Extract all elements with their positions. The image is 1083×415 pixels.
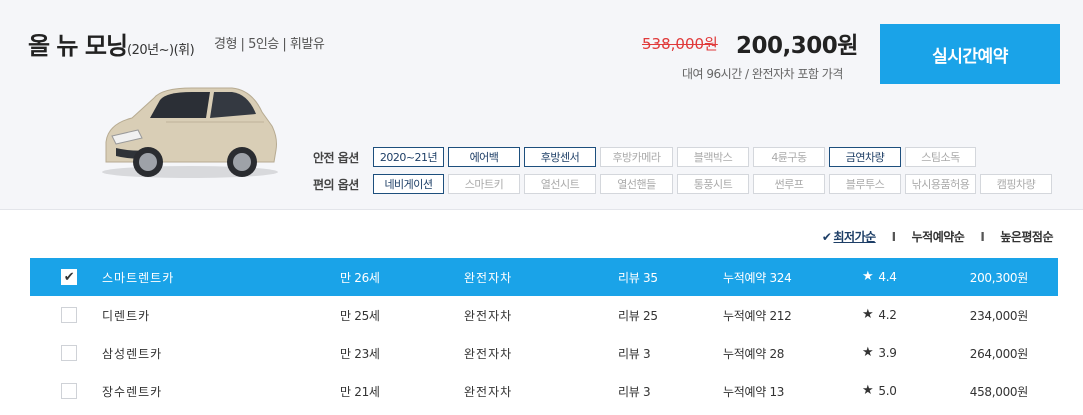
price-note: 대여 96시간 / 완전자차 포함 가격 [682,67,843,81]
rating: ★ 4.4 [862,269,897,284]
option-chip: 블랙박스 [677,147,749,167]
safety-options: 안전 옵션 2020~21년 에어백 후방센서 후방카메라 블랙박스 4륜구동 … [313,147,980,167]
car-spec: 경형 | 5인승 | 휘발유 [214,37,325,52]
company-name: 스마트렌트카 [102,271,175,285]
star-icon: ★ [862,307,874,322]
rental-price: 264,000원 [969,347,1029,361]
company-row[interactable]: 삼성렌트카 만 23세 완전자차 리뷰 3 누적예약 28 ★ 3.9 264,0… [30,334,1058,372]
car-title: 올 뉴 모닝(20년~)(휘) [28,26,195,61]
option-chip: 후방센서 [524,147,596,167]
sort-lowest-price[interactable]: 최저가순 [833,228,876,245]
driver-age: 만 26세 [340,271,380,285]
sort-bar: ✔ 최저가순 I 누적예약순 I 높은평점순 [821,228,1054,245]
rental-price: 458,000원 [969,385,1029,399]
option-chip: 2020~21년 [373,147,444,167]
option-chip: 캠핑차량 [980,174,1052,194]
rating: ★ 4.2 [862,307,897,322]
rental-price: 200,300원 [969,271,1029,285]
option-chip: 4륜구동 [753,147,825,167]
driver-age: 만 21세 [340,385,380,399]
company-name: 장수렌트카 [102,385,163,399]
review-count: 리뷰 35 [618,271,658,285]
rating: ★ 5.0 [862,383,897,398]
booking-count: 누적예약 28 [723,347,785,361]
insurance-type: 완전자차 [464,347,513,361]
option-chip: 후방카메라 [600,147,673,167]
sort-highest-rating[interactable]: 높은평점순 [1000,228,1053,245]
option-chip: 통풍시트 [677,174,749,194]
current-price: 200,300원 [736,33,858,59]
review-count: 리뷰 25 [618,309,658,323]
option-chip: 낚시용품허용 [905,174,976,194]
option-chip: 열선핸들 [600,174,673,194]
safety-options-label: 안전 옵션 [313,150,359,165]
rating: ★ 3.9 [862,345,897,360]
option-chip: 스팀소독 [905,147,976,167]
rental-price: 234,000원 [969,309,1029,323]
realtime-reserve-button[interactable]: 실시간예약 [880,24,1060,84]
car-model-name: 올 뉴 모닝 [28,32,128,60]
company-name: 디렌트카 [102,309,151,323]
option-chip: 스마트키 [448,174,520,194]
option-chip: 금연차량 [829,147,901,167]
car-model-year: (20년~)(휘) [127,43,195,58]
rental-company-list: ✔ 스마트렌트카 만 26세 완전자차 리뷰 35 누적예약 324 ★ 4.4 … [30,258,1058,410]
car-image [102,87,278,178]
sort-most-booked[interactable]: 누적예약순 [912,228,965,245]
insurance-type: 완전자차 [464,309,513,323]
select-checkbox[interactable] [61,307,77,323]
star-icon: ★ [862,345,874,360]
driver-age: 만 23세 [340,347,380,361]
option-chip: 에어백 [448,147,520,167]
sort-divider: I [891,229,896,244]
original-price: 538,000원 [642,35,718,53]
booking-count: 누적예약 13 [723,385,785,399]
convenience-options: 편의 옵션 네비게이션 스마트키 열선시트 열선핸들 통풍시트 썬루프 블루투스… [313,174,1056,194]
option-chip: 열선시트 [524,174,596,194]
option-chip: 블루투스 [829,174,901,194]
booking-count: 누적예약 212 [723,309,792,323]
insurance-type: 완전자차 [464,271,513,285]
option-chip: 썬루프 [753,174,825,194]
check-icon: ✔ [821,229,832,244]
star-icon: ★ [862,383,874,398]
select-checkbox[interactable] [61,383,77,399]
company-row[interactable]: ✔ 스마트렌트카 만 26세 완전자차 리뷰 35 누적예약 324 ★ 4.4 … [30,258,1058,296]
company-row[interactable]: 디렌트카 만 25세 완전자차 리뷰 25 누적예약 212 ★ 4.2 234,… [30,296,1058,334]
car-summary-panel: 올 뉴 모닝(20년~)(휘) 경형 | 5인승 | 휘발유 538,000원 … [0,0,1083,210]
driver-age: 만 25세 [340,309,380,323]
company-row[interactable]: 장수렌트카 만 21세 완전자차 리뷰 3 누적예약 13 ★ 5.0 458,0… [30,372,1058,410]
select-checkbox[interactable] [61,345,77,361]
sort-divider: I [980,229,985,244]
review-count: 리뷰 3 [618,347,651,361]
option-chip: 네비게이션 [373,174,444,194]
booking-count: 누적예약 324 [723,271,792,285]
review-count: 리뷰 3 [618,385,651,399]
company-name: 삼성렌트카 [102,347,163,361]
star-icon: ★ [862,269,874,284]
convenience-options-label: 편의 옵션 [313,177,359,192]
select-checkbox[interactable]: ✔ [61,269,77,285]
insurance-type: 완전자차 [464,385,513,399]
